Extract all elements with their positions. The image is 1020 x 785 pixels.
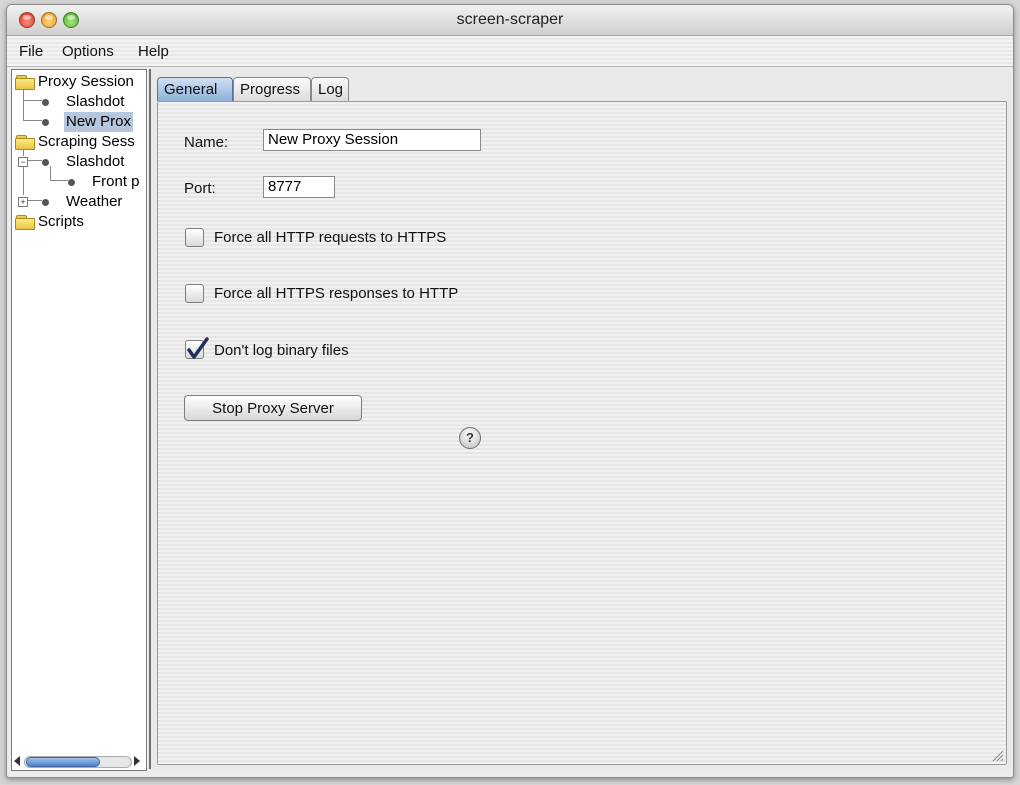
app-window: screen-scraper File Options Help Proxy S…: [6, 4, 1014, 778]
bullet-icon: [42, 199, 49, 206]
title-bar: screen-scraper: [7, 5, 1013, 36]
tree-item-label: New Prox: [64, 112, 134, 132]
tree-horizontal-scrollbar[interactable]: [14, 754, 144, 768]
tree-item-label: Weather: [66, 193, 123, 210]
scroll-left-arrow-icon[interactable]: [14, 756, 20, 766]
tree-item-label: Front p: [92, 173, 140, 190]
menu-file[interactable]: File: [19, 36, 43, 66]
tree-item-scripts[interactable]: Scripts: [12, 212, 146, 232]
tree-item-label: Scripts: [38, 213, 84, 230]
tab-log[interactable]: Log: [311, 77, 349, 101]
bullet-icon: [42, 159, 49, 166]
menu-help[interactable]: Help: [138, 36, 169, 66]
session-tree[interactable]: Proxy Session Slashdot New Prox Scraping…: [11, 69, 147, 771]
tab-general[interactable]: General: [157, 77, 233, 101]
tree-item-scraping-slashdot[interactable]: − Slashdot: [12, 152, 146, 172]
general-tab-pane: Name: Port: Force all HTTP requests to H…: [157, 101, 1007, 765]
stop-proxy-server-button[interactable]: Stop Proxy Server: [184, 395, 362, 421]
force-http-label: Force all HTTPS responses to HTTP: [214, 285, 459, 302]
tree-item-front-page[interactable]: Front p: [12, 172, 146, 192]
menu-options[interactable]: Options: [62, 36, 114, 66]
tree-item-proxy-sessions[interactable]: Proxy Session: [12, 72, 146, 92]
port-input[interactable]: [263, 176, 335, 198]
scrollbar-thumb[interactable]: [26, 757, 100, 767]
tree-item-weather[interactable]: + Weather: [12, 192, 146, 212]
port-label: Port:: [184, 180, 216, 197]
expand-toggle[interactable]: +: [18, 197, 28, 207]
help-icon[interactable]: ?: [459, 427, 481, 449]
name-label: Name:: [184, 134, 229, 151]
tree-item-label: Proxy Session: [38, 73, 134, 90]
force-https-label: Force all HTTP requests to HTTPS: [214, 229, 447, 246]
folder-icon: [15, 75, 35, 90]
folder-icon: [15, 135, 35, 150]
menu-bar: File Options Help: [7, 36, 1013, 67]
tab-progress[interactable]: Progress: [233, 77, 311, 101]
force-https-checkbox[interactable]: [185, 228, 204, 247]
resize-grip-icon[interactable]: [990, 748, 1004, 762]
tree-item-label: Slashdot: [66, 93, 125, 110]
window-title: screen-scraper: [456, 11, 564, 28]
tree-item-scraping-sessions[interactable]: Scraping Sess: [12, 132, 146, 152]
bullet-icon: [42, 119, 49, 126]
session-detail-panel: General Progress Log Name: Port: Force a…: [149, 69, 1011, 769]
bullet-icon: [68, 179, 75, 186]
folder-icon: [15, 215, 35, 230]
tree-item-label: Slashdot: [66, 153, 125, 170]
tree-item-proxy-slashdot[interactable]: Slashdot: [12, 92, 146, 112]
tree-item-new-proxy-session[interactable]: New Prox: [12, 112, 146, 132]
tree-item-label: Scraping Sess: [38, 133, 135, 150]
force-http-checkbox[interactable]: [185, 284, 204, 303]
no-binary-log-checkbox[interactable]: [185, 337, 209, 359]
no-binary-log-label: Don't log binary files: [214, 342, 349, 359]
collapse-toggle[interactable]: −: [18, 157, 28, 167]
checkmark-icon: [187, 337, 209, 359]
session-name-input[interactable]: [263, 129, 481, 151]
scroll-right-arrow-icon[interactable]: [134, 756, 140, 766]
bullet-icon: [42, 99, 49, 106]
